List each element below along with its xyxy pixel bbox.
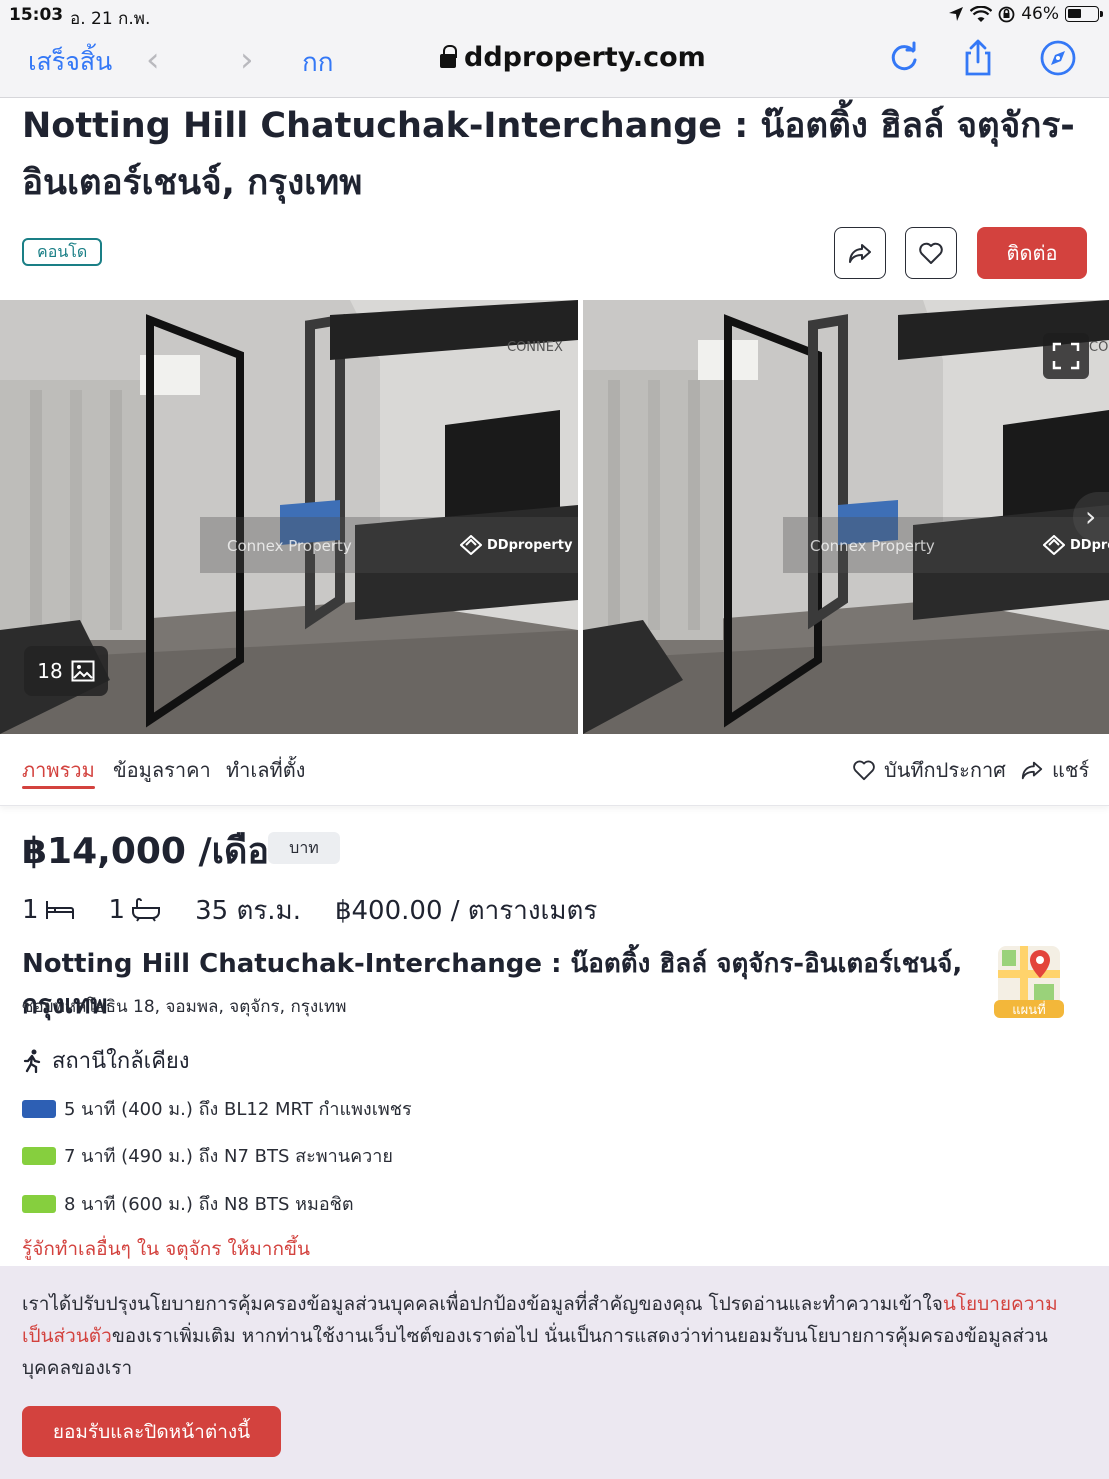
tab-overview[interactable]: ภาพรวม [22,754,95,789]
photo-2-watermark: Connex Property [810,537,935,555]
status-time: 15:03 [9,5,64,25]
map-label: แผนที่ [1012,1003,1046,1018]
section-tabs: ภาพรวม ข้อมูลราคา ทำเลที่ตั้ง บันทึกประก… [0,734,1109,806]
image-gallery-icon [71,660,95,682]
share-arrow-icon [1021,761,1043,780]
walking-icon [23,1049,41,1073]
photo-count-badge[interactable]: 18 [24,646,108,696]
wifi-icon [970,5,993,22]
station-text: 5 นาที (400 ม.) ถึง BL12 MRT กำแพงเพชร [64,1099,412,1120]
text-size-button[interactable]: กก [302,42,333,83]
bedrooms-spec: 1 [22,895,75,925]
status-date: อ. 21 ก.พ. [70,9,151,29]
battery-icon [1065,6,1103,22]
map-button[interactable]: แผนที่ [990,940,1068,1020]
accept-and-close-button[interactable]: ยอมรับและปิดหน้าต่างนี้ [22,1406,281,1457]
share-label: แชร์ [1052,758,1090,782]
nearby-stations-title: สถานีใกล้เคียง [52,1049,190,1074]
battery-percent: 46% [1021,4,1059,24]
station-item: 8 นาที (600 ม.) ถึง N8 BTS หมอชิต [22,1189,354,1218]
privacy-consent-banner: เราได้ปรับปรุงนโยบายการคุ้มครองข้อมูลส่ว… [0,1266,1109,1479]
heart-icon [919,242,943,264]
station-item: 7 นาที (490 ม.) ถึง N7 BTS สะพานควาย [22,1141,393,1170]
project-address: ซอยพหลโยธิน 18, จอมพล, จตุจักร, กรุงเทพ [22,997,347,1017]
station-text: 8 นาที (600 ม.) ถึง N8 BTS หมอชิต [64,1194,354,1215]
bts-line-chip [22,1146,56,1165]
compass-icon[interactable] [1038,38,1078,78]
rent-price: ฿14,000 /เดือน [22,831,294,872]
fullscreen-button[interactable] [1043,333,1089,379]
orientation-lock-icon [998,6,1015,22]
bathroom-count: 1 [108,895,126,925]
station-item: 5 นาที (400 ม.) ถึง BL12 MRT กำแพงเพชร [22,1094,412,1123]
photo-1-watermark: Connex Property [227,537,352,555]
area-value: 35 ตร.ม. [195,895,301,926]
url-text: ddproperty.com [464,42,706,73]
currency-selector[interactable]: บาท [268,832,340,864]
bed-icon [45,901,74,919]
photo-1-brand-text: DDproperty [487,537,573,553]
done-button[interactable]: เสร็จสิ้น [28,42,112,82]
area-spec: 35 ตร.ม. [195,890,301,931]
share-link[interactable]: แชร์ [1020,754,1089,786]
station-text: 7 นาที (490 ม.) ถึง N7 BTS สะพานควาย [64,1146,393,1167]
contact-button[interactable]: ติดต่อ [977,227,1087,279]
forward-arrow-icon[interactable]: › [240,40,254,80]
share-icon[interactable] [958,38,998,78]
bathtub-icon [132,898,161,922]
bts-line-chip [22,1194,56,1213]
save-listing-label: บันทึกประกาศ [884,758,1006,782]
ddproperty-logo-icon [1043,535,1065,555]
chevron-right-icon: › [1085,500,1097,533]
listing-photo-2[interactable] [583,300,1109,734]
consent-text-end: ของเราเพิ่มเติม หากท่านใช้งานเว็บไซต์ของ… [22,1325,1048,1379]
bedroom-count: 1 [22,895,39,925]
photo-1-brand: DDproperty [460,535,572,555]
price-per-sqm: ฿400.00 / ตารางเมตร [334,895,598,926]
expand-icon [1052,342,1080,370]
property-type-tag: คอนโด [22,238,103,266]
location-icon [949,7,964,21]
tab-price-info[interactable]: ข้อมูลราคา [113,754,211,786]
favorite-button[interactable] [905,227,957,279]
heart-icon [853,760,875,781]
reload-icon[interactable] [884,38,924,78]
share-arrow-icon [849,244,871,263]
price-per-sqm-spec: ฿400.00 / ตารางเมตร [335,890,597,931]
page-title: Notting Hill Chatuchak-Interchange : น๊อ… [22,106,1075,203]
photo-count: 18 [37,659,63,683]
browser-toolbar: เสร็จสิ้น ‹ › กก ddproperty.com [0,30,1109,98]
consent-text: เราได้ปรับปรุงนโยบายการคุ้มครองข้อมูลส่ว… [22,1288,1082,1384]
share-listing-button[interactable] [834,227,886,279]
status-right: 46% [948,4,1103,24]
bathrooms-spec: 1 [109,895,162,925]
mrt-line-chip [22,1099,56,1118]
status-bar: 15:03 อ. 21 ก.พ. 46% [0,0,1109,30]
property-specs: 1 1 35 ตร.ม. ฿400.00 / ตารางเมตร [22,892,631,928]
tab-location[interactable]: ทำเลที่ตั้ง [226,754,305,786]
ddproperty-logo-icon [460,535,482,555]
save-listing-link[interactable]: บันทึกประกาศ [852,754,1006,786]
nearby-stations-heading: สถานีใกล้เคียง [22,1043,190,1078]
photo-1-logo: CONNEX [507,340,563,355]
explore-area-link[interactable]: รู้จักทำเลอื่นๆ ใน จตุจักร ให้มากขึ้น [22,1234,310,1264]
photo-2-logo: CO [1089,340,1109,355]
consent-text-start: เราได้ปรับปรุงนโยบายการคุ้มครองข้อมูลส่ว… [22,1293,943,1315]
lock-icon [440,44,457,68]
address-bar[interactable]: ddproperty.com [440,42,706,73]
back-arrow-icon[interactable]: ‹ [146,40,160,80]
